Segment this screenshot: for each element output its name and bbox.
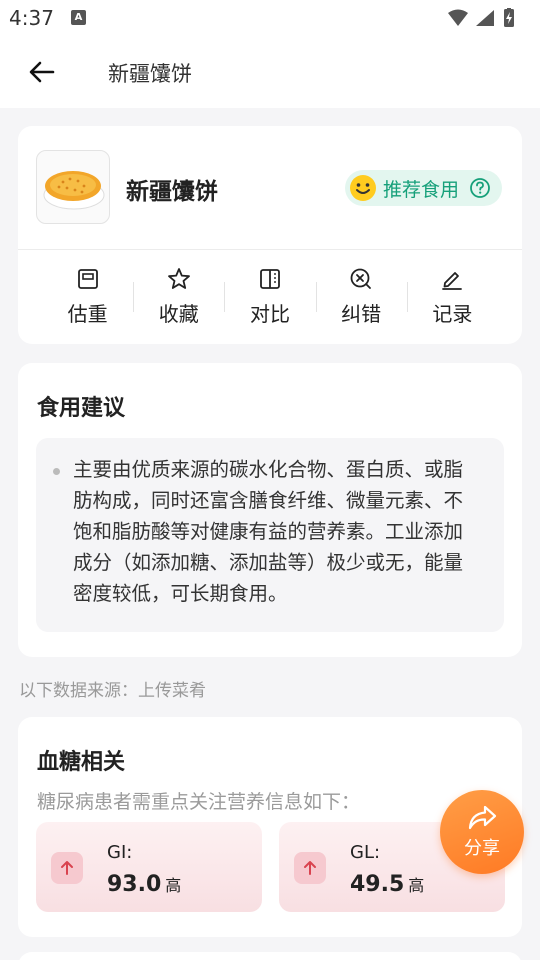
food-name: 新疆馕饼: [126, 179, 218, 205]
metric-label: GL:: [350, 842, 381, 863]
action-estimate-weight[interactable]: 估重: [42, 266, 133, 330]
action-label: 对比: [249, 302, 290, 326]
status-bar: 4:37 A: [0, 0, 540, 36]
signal-icon: [476, 10, 494, 26]
action-report-error[interactable]: 纠错: [315, 266, 407, 330]
compare-icon: [260, 269, 280, 289]
page-title: 新疆馕饼: [108, 62, 192, 86]
action-record[interactable]: 记录: [406, 266, 498, 330]
advice-text: 主要由优质来源的碳水化合物、蛋白质、或脂肪构成，同时还富含膳食纤维、微量元素、不…: [73, 458, 464, 605]
metric-value: 49.5 高: [350, 872, 424, 897]
food-card: 新疆馕饼 推荐食用 估重 收藏 对比 纠错 记录: [18, 126, 522, 344]
wifi-icon: [448, 9, 468, 26]
metric-value: 93.0 高: [107, 872, 181, 897]
share-button[interactable]: 分享: [440, 790, 524, 874]
food-image: [36, 150, 110, 224]
bullet-dot: [53, 468, 60, 475]
divider: [18, 249, 522, 250]
blood-sugar-title: 血糖相关: [37, 750, 126, 775]
metric-number: 93.0: [107, 872, 162, 897]
arrow-up-icon: [304, 861, 316, 875]
action-label: 记录: [432, 302, 473, 326]
edit-icon: [442, 272, 463, 290]
action-bar: 估重 收藏 对比 纠错 记录: [42, 266, 498, 330]
blood-sugar-subtitle: 糖尿病患者需重点关注营养信息如下：: [37, 791, 361, 813]
arrow-up-icon: [61, 861, 73, 875]
action-label: 估重: [67, 302, 108, 326]
star-icon: [167, 268, 190, 289]
status-icons: [446, 8, 530, 32]
advice-card: 食用建议 主要由优质来源的碳水化合物、蛋白质、或脂肪构成，同时还富含膳食纤维、微…: [18, 363, 522, 657]
status-time: 4:37: [9, 6, 54, 30]
back-button[interactable]: [22, 54, 62, 90]
data-source-note: 以下数据来源：上传菜肴: [19, 681, 206, 701]
advice-title: 食用建议: [37, 396, 126, 421]
gi-metric[interactable]: GI: 93.0 高: [36, 822, 262, 912]
recommendation-label: 推荐食用: [383, 178, 460, 201]
share-icon: [468, 805, 497, 830]
action-favorite[interactable]: 收藏: [133, 266, 224, 330]
metric-level: 高: [165, 876, 182, 895]
smile-icon: [350, 175, 376, 201]
arrow-left-icon: [29, 61, 55, 83]
battery-icon: [504, 8, 514, 27]
action-label: 纠错: [341, 302, 382, 326]
recommendation-badge[interactable]: 推荐食用: [345, 170, 502, 206]
error-icon: [350, 268, 372, 289]
metric-label: GI:: [107, 842, 133, 863]
metric-number: 49.5: [350, 872, 405, 897]
advice-box: 主要由优质来源的碳水化合物、蛋白质、或脂肪构成，同时还富含膳食纤维、微量元素、不…: [36, 438, 504, 632]
notification-badge: A: [71, 10, 86, 25]
metric-level: 高: [408, 876, 425, 895]
help-icon: [470, 178, 490, 198]
scale-icon: [77, 269, 98, 289]
share-label: 分享: [464, 838, 500, 859]
action-label: 收藏: [158, 302, 199, 326]
action-compare[interactable]: 对比: [224, 266, 315, 330]
next-card: [18, 952, 522, 960]
app-bar: 新疆馕饼: [0, 36, 540, 108]
